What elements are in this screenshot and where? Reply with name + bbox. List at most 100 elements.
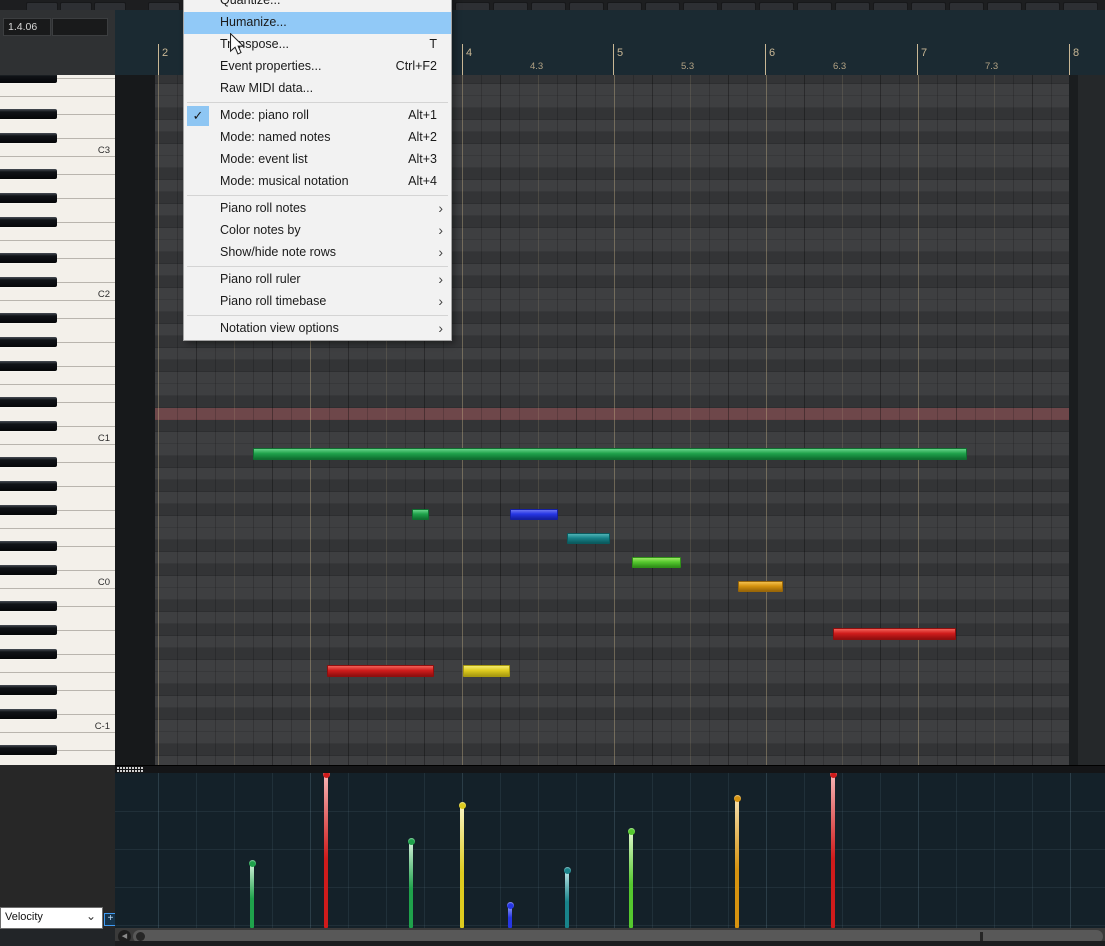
piano-black-key[interactable] <box>0 709 57 719</box>
velocity-stem[interactable] <box>629 831 633 928</box>
velocity-stem-cap[interactable] <box>734 795 741 802</box>
piano-black-key[interactable] <box>0 505 57 515</box>
piano-black-key[interactable] <box>0 169 57 179</box>
velocity-stem-cap[interactable] <box>564 867 571 874</box>
menu-item-humanize[interactable]: Humanize... <box>184 12 451 34</box>
menu-item-piano-roll-timebase[interactable]: Piano roll timebase › <box>184 291 451 313</box>
velocity-stem[interactable] <box>831 774 835 928</box>
piano-black-key[interactable] <box>0 601 57 611</box>
grid-row <box>155 708 1069 720</box>
velocity-stem[interactable] <box>409 841 413 928</box>
midi-note[interactable] <box>463 665 510 677</box>
grid-vertical-line <box>937 75 938 765</box>
midi-note[interactable] <box>412 509 429 520</box>
grid-vertical-line <box>728 75 729 765</box>
velocity-stem-cap[interactable] <box>408 838 415 845</box>
cc-lane-selector[interactable]: Velocity ⌄ <box>0 907 103 929</box>
midi-note[interactable] <box>833 628 956 640</box>
menu-item-mode-musical-notation[interactable]: Mode: musical notation Alt+4 <box>184 171 451 193</box>
white-key-separator <box>57 114 115 115</box>
grip-dot <box>135 767 137 769</box>
grip-dot <box>126 767 128 769</box>
white-key-separator <box>57 366 115 367</box>
velocity-stem-cap[interactable] <box>628 828 635 835</box>
piano-black-key[interactable] <box>0 253 57 263</box>
piano-black-key[interactable] <box>0 457 57 467</box>
piano-black-key[interactable] <box>0 193 57 203</box>
piano-black-key[interactable] <box>0 75 57 83</box>
menu-item-color-notes-by[interactable]: Color notes by › <box>184 220 451 242</box>
velocity-stem-cap[interactable] <box>249 860 256 867</box>
position-display[interactable]: 1.4.06 <box>3 18 51 36</box>
piano-black-key[interactable] <box>0 421 57 431</box>
white-key-separator <box>57 138 115 139</box>
velocity-stem-cap[interactable] <box>830 773 837 778</box>
velocity-grid-vline <box>386 773 387 928</box>
menu-item-quantize[interactable]: Quantize... <box>184 0 451 12</box>
chevron-down-icon: ⌄ <box>85 909 96 923</box>
piano-black-key[interactable] <box>0 109 57 119</box>
menu-item-piano-roll-notes[interactable]: Piano roll notes › <box>184 198 451 220</box>
grid-vertical-line <box>899 75 900 765</box>
midi-note[interactable] <box>632 557 681 568</box>
velocity-lane[interactable] <box>115 773 1105 928</box>
midi-note[interactable] <box>510 509 558 520</box>
midi-note[interactable] <box>327 665 434 677</box>
piano-black-key[interactable] <box>0 277 57 287</box>
submenu-arrow-icon: › <box>438 222 443 238</box>
menu-item-mode-event-list[interactable]: Mode: event list Alt+3 <box>184 149 451 171</box>
grid-vertical-line <box>462 75 463 765</box>
grip-dot <box>132 770 134 772</box>
secondary-display[interactable] <box>52 18 108 36</box>
menu-item-label: Mode: piano roll <box>220 108 309 122</box>
menu-item-notation-view-options[interactable]: Notation view options › <box>184 318 451 340</box>
grid-row <box>155 348 1069 360</box>
menu-item-event-properties[interactable]: Event properties... Ctrl+F2 <box>184 56 451 78</box>
piano-black-key[interactable] <box>0 397 57 407</box>
white-key-separator <box>0 528 115 529</box>
piano-black-key[interactable] <box>0 625 57 635</box>
velocity-stem[interactable] <box>324 774 328 928</box>
piano-black-key[interactable] <box>0 685 57 695</box>
scrollbar-thumb[interactable] <box>136 932 145 941</box>
velocity-stem[interactable] <box>735 798 739 928</box>
velocity-stem[interactable] <box>565 870 569 928</box>
menu-item-mode-named-notes[interactable]: Mode: named notes Alt+2 <box>184 127 451 149</box>
piano-black-key[interactable] <box>0 337 57 347</box>
velocity-stem-cap[interactable] <box>459 802 466 809</box>
key-octave-label: C1 <box>97 433 110 444</box>
midi-note[interactable] <box>567 533 610 544</box>
key-octave-label: C2 <box>97 289 110 300</box>
piano-black-key[interactable] <box>0 313 57 323</box>
piano-black-key[interactable] <box>0 649 57 659</box>
menu-item-show-hide-note-rows[interactable]: Show/hide note rows › <box>184 242 451 264</box>
piano-black-key[interactable] <box>0 217 57 227</box>
midi-note[interactable] <box>253 448 967 460</box>
piano-black-key[interactable] <box>0 133 57 143</box>
velocity-stem-cap[interactable] <box>507 902 514 909</box>
menu-item-transpose[interactable]: Transpose... T <box>184 34 451 56</box>
piano-keyboard[interactable]: C3 C2 C1 C0 C-1 <box>0 75 116 765</box>
grip-dot <box>138 767 140 769</box>
piano-black-key[interactable] <box>0 745 57 755</box>
menu-item-mode-piano-roll[interactable]: Mode: piano roll Alt+1 ✓ <box>184 105 451 127</box>
piano-black-key[interactable] <box>0 565 57 575</box>
piano-black-key[interactable] <box>0 481 57 491</box>
midi-note[interactable] <box>738 581 783 592</box>
white-key-separator <box>57 426 115 427</box>
velocity-stem[interactable] <box>460 805 464 928</box>
white-key-separator <box>57 486 115 487</box>
grip-dot <box>141 770 143 772</box>
menu-item-shortcut: Alt+1 <box>408 108 437 122</box>
piano-black-key[interactable] <box>0 361 57 371</box>
menu-item-label: Piano roll ruler <box>220 272 301 286</box>
menu-item-raw-midi-data[interactable]: Raw MIDI data... <box>184 78 451 100</box>
menu-item-piano-roll-ruler[interactable]: Piano roll ruler › <box>184 269 451 291</box>
velocity-stem[interactable] <box>250 863 254 928</box>
grid-row <box>155 576 1069 588</box>
grid-vertical-line <box>1051 75 1052 765</box>
ruler-major-label: 7 <box>921 47 928 59</box>
velocity-stem-cap[interactable] <box>323 773 330 778</box>
grid-vertical-line <box>918 75 919 765</box>
piano-black-key[interactable] <box>0 541 57 551</box>
